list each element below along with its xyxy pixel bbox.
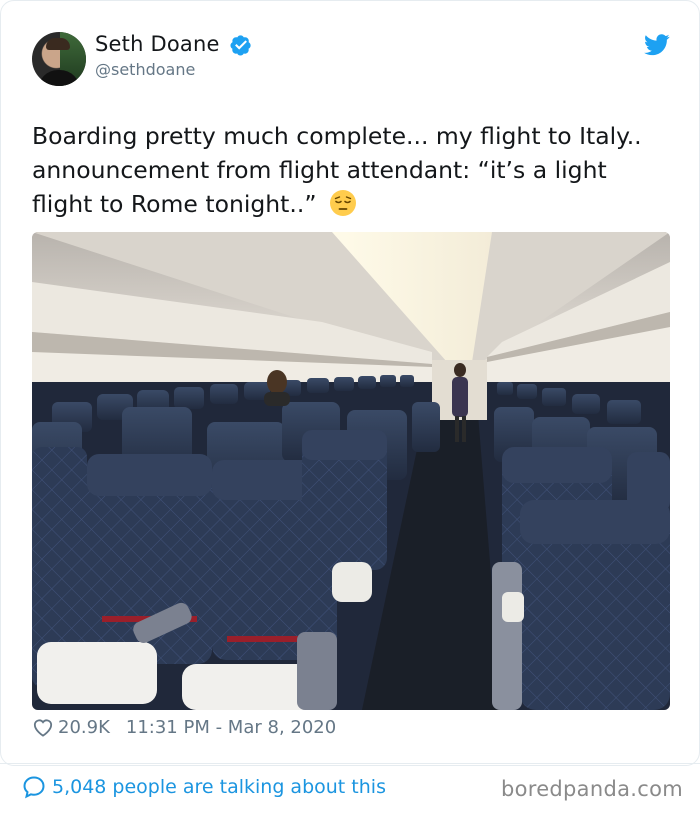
timestamp[interactable]: 11:31 PM - Mar 8, 2020 <box>126 717 336 738</box>
avatar[interactable] <box>32 32 86 86</box>
divider <box>0 763 700 764</box>
talking-link[interactable]: 5,048 people are talking about this <box>22 775 386 799</box>
author-handle[interactable]: @sethdoane <box>95 60 195 79</box>
heart-icon[interactable] <box>32 717 54 737</box>
airplane-cabin-photo[interactable] <box>32 232 670 710</box>
tweet-text: Boarding pretty much complete... my flig… <box>32 119 672 221</box>
tweet-card: Seth Doane @sethdoane Boarding pretty mu… <box>0 0 700 766</box>
talking-text: 5,048 people are talking about this <box>52 776 386 798</box>
author-name[interactable]: Seth Doane <box>95 32 220 56</box>
watermark: boredpanda.com <box>500 777 683 801</box>
pensive-face-emoji-icon <box>329 190 356 216</box>
like-count[interactable]: 20.9K <box>58 717 110 738</box>
twitter-bird-icon[interactable] <box>644 34 670 56</box>
verified-badge-icon <box>230 35 251 56</box>
comment-bubble-icon <box>23 776 45 799</box>
tweet-meta: 20.9K 11:31 PM - Mar 8, 2020 <box>32 714 336 740</box>
cabin-illustration <box>32 232 670 710</box>
